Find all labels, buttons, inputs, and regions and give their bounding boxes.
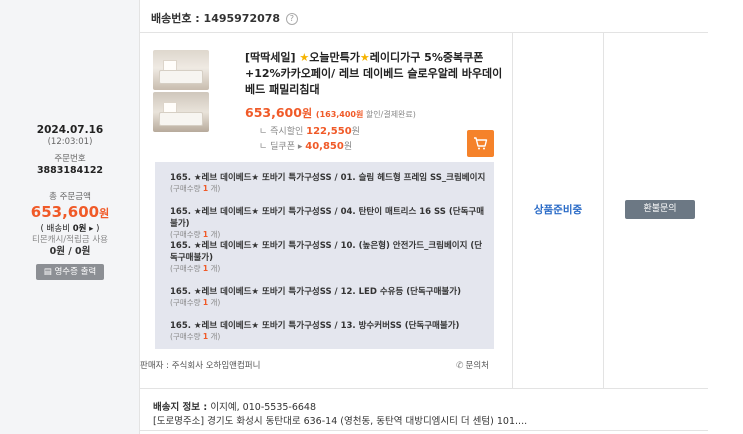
option-quantity-prefix: (구매수량 bbox=[170, 264, 203, 273]
receipt-icon: ▤ bbox=[43, 267, 52, 277]
order-number: 3883184122 bbox=[36, 165, 104, 176]
order-date: 2024.07.16 bbox=[36, 124, 104, 136]
option-quantity-prefix: (구매수량 bbox=[170, 332, 203, 341]
option-quantity-suffix: 개) bbox=[208, 184, 221, 193]
price-discount-value: (163,400원 bbox=[315, 110, 364, 119]
total-amount: 653,600원 bbox=[0, 203, 140, 223]
bottom-divider bbox=[140, 430, 708, 431]
instant-discount-label: ㄴ 즉시할인 bbox=[259, 127, 307, 137]
help-icon[interactable]: ? bbox=[285, 13, 298, 25]
option-quantity-suffix: 개) bbox=[208, 264, 221, 273]
refund-inquiry-button[interactable]: 환불문의 bbox=[625, 200, 695, 219]
option-item: 165. ★레브 데이베드★ 또바기 특가구성SS / 10. (높은형) 안전… bbox=[170, 240, 486, 274]
seller-inquiry-link[interactable]: ✆ 문의처 bbox=[456, 359, 489, 371]
price-discount-note: 할인/결제완료) bbox=[363, 110, 416, 119]
option-name: 165. ★레브 데이베드★ 또바기 특가구성SS / 04. 탄탄이 매트리스… bbox=[170, 207, 485, 229]
option-item: 165. ★레브 데이베드★ 또바기 특가구성SS / 12. LED 수유등 … bbox=[170, 286, 486, 308]
option-list: 165. ★레브 데이베드★ 또바기 특가구성SS / 01. 슬림 헤드형 프… bbox=[155, 162, 494, 349]
cash-usage-label: 티몬캐시/적립금 사용 bbox=[32, 235, 108, 245]
delivery-recipient-value: 이지예, 010-5535-6648 bbox=[210, 402, 317, 413]
option-name: 165. ★레브 데이베드★ 또바기 특가구성SS / 13. 방수커버SS (… bbox=[170, 321, 460, 331]
option-quantity-prefix: (구매수량 bbox=[170, 184, 203, 193]
deal-coupon-label: ㄴ 딜쿠폰 ▸ bbox=[259, 142, 306, 152]
shipping-fee-prefix: ( 배송비 bbox=[40, 224, 73, 234]
product-title-highlight: 오늘만특가 bbox=[309, 51, 360, 64]
shipping-fee[interactable]: ( 배송비 0원 ▸ ) bbox=[0, 223, 140, 235]
option-quantity: (구매수량 1 개) bbox=[170, 332, 486, 342]
delivery-recipient: 배송지 정보 : 이지예, 010-5535-6648 bbox=[153, 399, 316, 413]
option-quantity-suffix: 개) bbox=[208, 298, 221, 307]
total-amount-unit: 원 bbox=[99, 207, 110, 220]
option-quantity-suffix: 개) bbox=[208, 332, 221, 341]
action-cell: 환불문의 bbox=[604, 33, 708, 388]
product-title-prefix: [딱딱세일] bbox=[245, 51, 300, 64]
shipping-number-text: 배송번호 : 1495972078 bbox=[151, 12, 281, 25]
product-thumbnail-secondary[interactable] bbox=[153, 92, 209, 132]
deal-coupon[interactable]: ㄴ 딜쿠폰 ▸ 40,850원 bbox=[259, 139, 352, 152]
order-number-label: 주문번호 bbox=[54, 154, 86, 164]
seller-info: 판매자 : 주식회사 오하임앤컴퍼니 bbox=[140, 361, 261, 371]
option-name: 165. ★레브 데이베드★ 또바기 특가구성SS / 01. 슬림 헤드형 프… bbox=[170, 173, 486, 183]
price-unit: 원 bbox=[301, 107, 313, 120]
deal-coupon-value: 40,850 bbox=[305, 141, 344, 152]
option-quantity: (구매수량 1 개) bbox=[170, 184, 486, 194]
shipping-number-row: 배송번호 : 1495972078 ? bbox=[140, 0, 708, 33]
option-name: 165. ★레브 데이베드★ 또바기 특가구성SS / 10. (높은형) 안전… bbox=[170, 241, 483, 263]
total-amount-label: 총 주문금액 bbox=[49, 192, 91, 202]
delivery-address-row: 배송지 정보 : 이지예, 010-5535-6648 [도로명주소] 경기도 … bbox=[140, 388, 708, 434]
price-value: 653,600 bbox=[245, 105, 302, 120]
order-summary-column: 2024.07.16 (12:03:01) 주문번호 3883184122 총 … bbox=[0, 0, 140, 434]
option-quantity: (구매수량 1 개) bbox=[170, 298, 486, 308]
product-price: 653,600원 (163,400원 할인/결제완료) bbox=[245, 105, 416, 121]
instant-discount-unit: 원 bbox=[351, 127, 360, 137]
option-item: 165. ★레브 데이베드★ 또바기 특가구성SS / 13. 방수커버SS (… bbox=[170, 320, 486, 342]
shipping-fee-value: 0원 bbox=[72, 224, 87, 234]
cart-icon bbox=[474, 137, 488, 150]
instant-discount: ㄴ 즉시할인 122,550원 bbox=[259, 124, 360, 137]
receipt-print-button[interactable]: ▤ 영수증 출력 bbox=[35, 264, 105, 280]
shipping-number: 배송번호 : 1495972078 ? bbox=[151, 10, 298, 26]
product-thumbnail[interactable] bbox=[153, 50, 209, 90]
status-cell: 상품준비중 bbox=[513, 33, 604, 388]
option-item: 165. ★레브 데이베드★ 또바기 특가구성SS / 01. 슬림 헤드형 프… bbox=[170, 172, 486, 194]
receipt-button-label: 영수증 출력 bbox=[54, 267, 97, 277]
total-amount-value: 653,600 bbox=[30, 203, 100, 221]
product-title[interactable]: [딱딱세일] ★오늘만특가★레이디가구 5%중복쿠폰+12%카카오페이/ 레브 … bbox=[245, 50, 505, 98]
option-quantity-suffix: 개) bbox=[208, 230, 221, 239]
order-summary: 2024.07.16 (12:03:01) 주문번호 3883184122 총 … bbox=[0, 124, 140, 280]
order-time: (12:03:01) bbox=[47, 137, 93, 147]
instant-discount-value: 122,550 bbox=[306, 126, 352, 137]
option-item: 165. ★레브 데이베드★ 또바기 특가구성SS / 04. 탄탄이 매트리스… bbox=[170, 206, 486, 240]
option-quantity: (구매수량 1 개) bbox=[170, 230, 486, 240]
option-name: 165. ★레브 데이베드★ 또바기 특가구성SS / 12. LED 수유등 … bbox=[170, 287, 461, 297]
star-icon: ★ bbox=[359, 51, 370, 64]
delivery-address: [도로명주소] 경기도 화성시 동탄대로 636-14 (영천동, 동탄역 대방… bbox=[153, 416, 528, 427]
delivery-info-label: 배송지 정보 : bbox=[153, 402, 211, 413]
cash-usage-value: 0원 / 0원 bbox=[49, 246, 91, 257]
seller-inquiry-label: 문의처 bbox=[465, 361, 490, 371]
deal-coupon-unit: 원 bbox=[343, 142, 353, 152]
option-quantity-prefix: (구매수량 bbox=[170, 230, 203, 239]
order-status: 상품준비중 bbox=[533, 204, 583, 216]
product-cell: [딱딱세일] ★오늘만특가★레이디가구 5%중복쿠폰+12%카카오페이/ 레브 … bbox=[140, 33, 513, 388]
phone-icon: ✆ bbox=[456, 361, 464, 371]
option-quantity-prefix: (구매수량 bbox=[170, 298, 203, 307]
add-to-cart-button[interactable] bbox=[467, 130, 494, 157]
star-icon: ★ bbox=[299, 51, 310, 64]
option-quantity: (구매수량 1 개) bbox=[170, 264, 486, 274]
shipping-fee-suffix: ▸ ) bbox=[86, 224, 100, 234]
